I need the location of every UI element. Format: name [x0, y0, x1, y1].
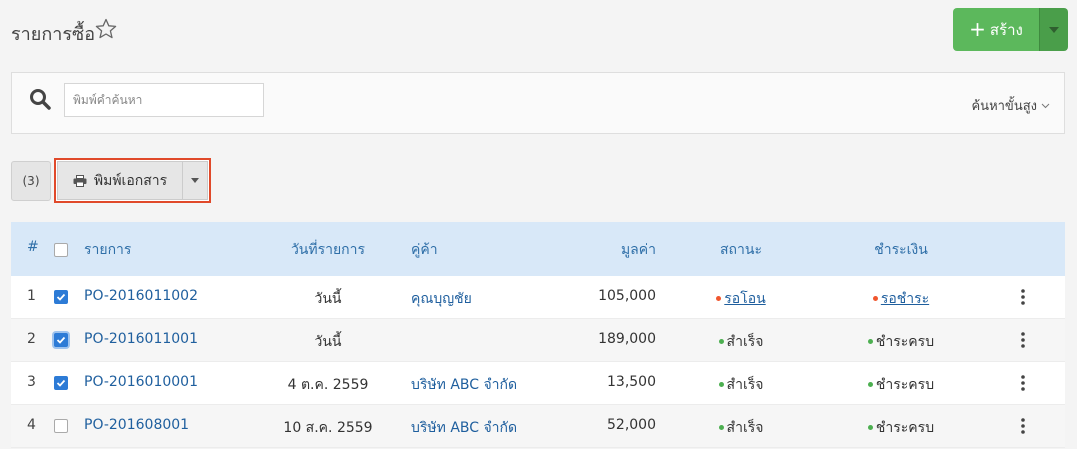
status-cell: สำเร็จ — [691, 331, 791, 353]
date-cell: 4 ต.ค. 2559 — [287, 377, 369, 393]
more-vertical-icon[interactable] — [1015, 374, 1031, 392]
selected-count-badge[interactable]: (3) — [11, 161, 51, 201]
payment-dot-icon — [867, 424, 873, 430]
row-checkbox[interactable] — [54, 333, 68, 347]
status-text: สำเร็จ — [726, 377, 764, 393]
check-icon — [56, 379, 66, 387]
vendor-link[interactable]: บริษัท ABC จำกัด — [411, 417, 517, 439]
payment-cell: ชำระครบ — [841, 374, 961, 396]
table-body: 1 PO-2016011002 วันนี้ คุณบุญชัย 105,000… — [11, 276, 1065, 448]
vendor-link[interactable]: คุณบุญชัย — [411, 288, 472, 310]
table-row[interactable]: 3 PO-2016010001 4 ต.ค. 2559 บริษัท ABC จ… — [11, 362, 1065, 405]
column-header-amount[interactable]: มูลค่า — [551, 239, 656, 261]
payment-text: ชำระครบ — [875, 420, 935, 436]
more-vertical-icon[interactable] — [1015, 417, 1031, 435]
search-input[interactable] — [64, 83, 264, 117]
amount-cell: 189,000 — [598, 331, 656, 347]
star-icon[interactable] — [94, 17, 118, 41]
status-dot-icon — [718, 381, 724, 387]
table-row[interactable]: 4 PO-201608001 10 ส.ค. 2559 บริษัท ABC จ… — [11, 405, 1065, 448]
payment-cell: ชำระครบ — [841, 417, 961, 439]
document-link[interactable]: PO-2016010001 — [84, 374, 198, 390]
payment-cell[interactable]: รอชำระ — [841, 288, 961, 310]
payment-link[interactable]: รอชำระ — [881, 291, 929, 307]
advanced-search-toggle[interactable]: ค้นหาขั้นสูง — [971, 95, 1050, 116]
status-dot-icon — [716, 295, 722, 301]
purchase-table: # รายการ วันที่รายการ คู่ค้า มูลค่า สถาน… — [11, 222, 1065, 448]
payment-text: ชำระครบ — [875, 377, 935, 393]
column-header-number: # — [27, 239, 39, 255]
date-cell: 10 ส.ค. 2559 — [283, 420, 373, 436]
table-row[interactable]: 2 PO-2016011001 วันนี้ 189,000 สำเร็จ ชำ… — [11, 319, 1065, 362]
status-dot-icon — [718, 338, 724, 344]
plus-icon: + — [969, 16, 986, 41]
status-cell: สำเร็จ — [691, 417, 791, 439]
status-dot-icon — [718, 424, 724, 430]
search-icon[interactable] — [28, 87, 52, 111]
payment-dot-icon — [867, 381, 873, 387]
more-vertical-icon[interactable] — [1015, 288, 1031, 306]
payment-dot-icon — [872, 295, 878, 301]
printer-icon — [73, 174, 87, 187]
date-cell: วันนี้ — [314, 334, 342, 350]
vendor-link[interactable]: บริษัท ABC จำกัด — [411, 374, 517, 396]
search-panel: ค้นหาขั้นสูง — [11, 72, 1065, 134]
more-vertical-icon[interactable] — [1015, 331, 1031, 349]
status-link[interactable]: รอโอน — [724, 291, 765, 307]
amount-cell: 13,500 — [607, 374, 656, 390]
print-dropdown-toggle[interactable] — [182, 161, 208, 200]
date-cell: วันนี้ — [314, 291, 342, 307]
status-cell: สำเร็จ — [691, 374, 791, 396]
table-row[interactable]: 1 PO-2016011002 วันนี้ คุณบุญชัย 105,000… — [11, 276, 1065, 319]
column-header-status[interactable]: สถานะ — [691, 239, 791, 261]
document-link[interactable]: PO-2016011002 — [84, 288, 198, 304]
row-number: 4 — [27, 417, 36, 433]
status-cell[interactable]: รอโอน — [691, 288, 791, 310]
page-title: รายการซื้อ — [11, 24, 96, 45]
print-documents-button[interactable]: พิมพ์เอกสาร — [57, 161, 182, 200]
create-button[interactable]: + สร้าง — [953, 8, 1039, 51]
row-number: 3 — [27, 374, 36, 390]
create-button-label: สร้าง — [989, 20, 1023, 39]
caret-down-icon — [191, 178, 199, 183]
create-button-group: + สร้าง — [953, 8, 1068, 51]
column-header-document[interactable]: รายการ — [84, 239, 131, 261]
amount-cell: 52,000 — [607, 417, 656, 433]
create-dropdown-toggle[interactable] — [1039, 8, 1068, 51]
column-header-vendor[interactable]: คู่ค้า — [411, 239, 438, 261]
amount-cell: 105,000 — [598, 288, 656, 304]
payment-cell: ชำระครบ — [841, 331, 961, 353]
row-checkbox[interactable] — [54, 419, 68, 433]
status-text: สำเร็จ — [726, 420, 764, 436]
check-icon — [56, 293, 66, 301]
column-header-payment[interactable]: ชำระเงิน — [841, 239, 961, 261]
document-link[interactable]: PO-2016011001 — [84, 331, 198, 347]
check-icon — [56, 336, 66, 344]
column-header-date[interactable]: วันที่รายการ — [258, 239, 398, 261]
print-button-group: พิมพ์เอกสาร — [54, 158, 211, 203]
row-number: 1 — [27, 288, 36, 304]
advanced-search-label: ค้นหาขั้นสูง — [971, 99, 1037, 114]
print-button-label: พิมพ์เอกสาร — [93, 172, 168, 189]
payment-text: ชำระครบ — [875, 334, 935, 350]
select-all-checkbox[interactable] — [54, 243, 68, 257]
status-text: สำเร็จ — [726, 334, 764, 350]
payment-dot-icon — [867, 338, 873, 344]
row-checkbox[interactable] — [54, 376, 68, 390]
caret-down-icon — [1049, 26, 1059, 33]
chevron-down-icon — [1041, 103, 1050, 108]
row-checkbox[interactable] — [54, 290, 68, 304]
document-link[interactable]: PO-201608001 — [84, 417, 189, 433]
table-header: # รายการ วันที่รายการ คู่ค้า มูลค่า สถาน… — [11, 222, 1065, 276]
page-header: รายการซื้อ + สร้าง — [0, 0, 1077, 60]
row-number: 2 — [27, 331, 36, 347]
